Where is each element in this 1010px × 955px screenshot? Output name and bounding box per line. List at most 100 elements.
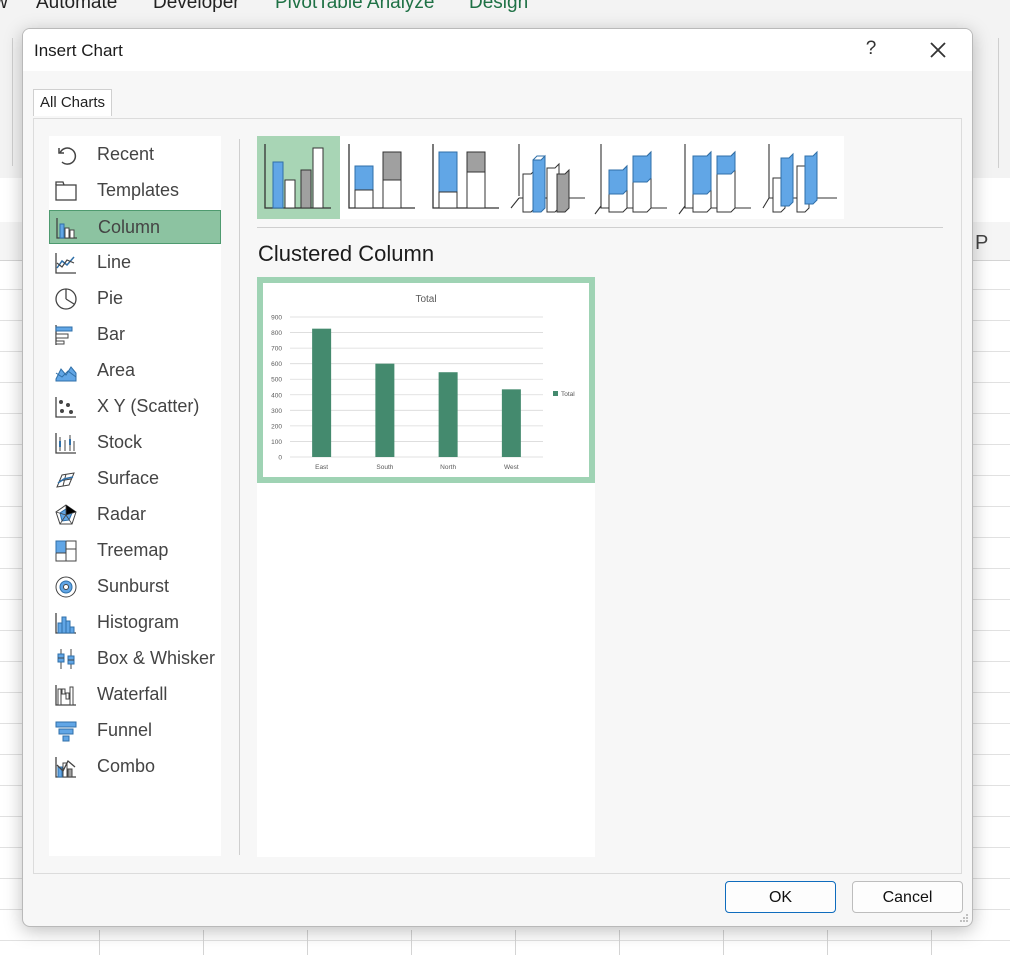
grid-line [827,930,828,955]
y-tick-label: 600 [271,361,282,368]
100-stacked-column-icon [432,144,499,209]
y-tick-label: 800 [271,330,282,337]
chart-subtype-gallery [257,136,844,219]
box-whisker-chart-icon [57,649,75,669]
grid-line [411,930,412,955]
y-tick-label: 0 [278,455,282,462]
chart-category-label: Line [97,252,132,272]
insert-chart-dialog: Insert Chart ? All Charts Recent Template… [22,28,973,927]
chart-category-label: Funnel [97,720,153,740]
3d-clustered-column-icon [510,144,585,213]
area-chart-icon [55,366,77,382]
chart-category-x-y-scatter[interactable]: X Y (Scatter) [49,390,221,424]
chart-subtype-clustered-column[interactable] [257,136,340,219]
chart-category-bar[interactable]: Bar [49,318,221,352]
chart-category-list: Recent Templates Column Line Pie Bar Area X Y (… [49,136,221,856]
funnel-chart-icon [55,721,77,742]
tab-all-charts[interactable]: All Charts [33,89,113,116]
grid-line [931,930,932,955]
combo-chart-icon [55,757,76,778]
y-tick-label: 500 [271,377,282,384]
chart-category-area[interactable]: Area [49,354,221,388]
templates-icon [55,181,77,201]
grid-line [99,930,100,955]
ok-button[interactable]: OK [725,881,836,913]
3d-column-icon [762,144,837,213]
chart-category-waterfall[interactable]: Waterfall [49,678,221,712]
ribbon-tab-developer[interactable]: Developer [153,0,240,14]
scatter-chart-icon [55,397,76,418]
ribbon-divider [12,38,13,166]
divider [257,227,943,228]
grid-line [619,930,620,955]
chart-category-label: Treemap [97,540,169,560]
chart-category-line[interactable]: Line [49,246,221,280]
divider [239,139,240,855]
grid-line [723,930,724,955]
chart-category-label: Stock [97,432,143,452]
chart-category-pie[interactable]: Pie [49,282,221,316]
resize-grip-icon[interactable] [959,913,969,923]
chart-category-label: Box & Whisker [97,648,216,668]
chart-category-combo[interactable]: Combo [49,750,221,784]
ribbon-tab-view[interactable]: w [0,0,8,14]
chart-category-sunburst[interactable]: Sunburst [49,570,221,604]
x-tick-label: East [315,464,328,471]
histogram-chart-icon [55,613,76,634]
chart-category-label: Area [97,360,136,380]
chart-category-label: Pie [97,288,124,308]
x-tick-label: North [440,464,456,471]
chart-category-surface[interactable]: Surface [49,462,221,496]
grid-line [515,930,516,955]
y-tick-label: 300 [271,408,282,415]
grid-line [203,930,204,955]
sunburst-chart-icon [55,576,77,598]
chart-category-box-whisker[interactable]: Box & Whisker [49,642,221,676]
dialog-titlebar[interactable]: Insert Chart ? [23,29,972,71]
chart-category-funnel[interactable]: Funnel [49,714,221,748]
y-tick-label: 700 [271,346,282,353]
cancel-button[interactable]: Cancel [852,881,963,913]
bar [375,363,395,457]
chart-title: Total [415,294,436,305]
bar [312,328,332,457]
surface-chart-icon [56,472,75,488]
chart-category-recent[interactable]: Recent [49,138,221,172]
chart-preview-svg: Total 0 100 200 300 400 500 600 700 800 900 East Sou… [271,294,575,471]
chart-subtype-3d-column[interactable] [761,136,844,219]
y-tick-label: 900 [271,315,282,322]
bar [501,389,521,457]
chart-category-treemap[interactable]: Treemap [49,534,221,568]
chart-subtype-title: Clustered Column [258,241,435,266]
chart-subtype-100-stacked-column[interactable] [425,136,508,219]
ribbon-tab-automate[interactable]: Automate [36,0,117,14]
chart-category-label: Sunburst [97,576,170,596]
close-icon[interactable] [925,37,951,63]
ribbon-tab-design[interactable]: Design [469,0,528,14]
chart-subtype-3d-clustered-column[interactable] [509,136,592,219]
chart-category-label: Histogram [97,612,180,632]
chart-category-column[interactable]: Column [49,210,221,244]
stock-chart-icon [55,433,76,454]
chart-category-histogram[interactable]: Histogram [49,606,221,640]
ribbon-tab-pivottable-analyze[interactable]: PivotTable Analyze [275,0,435,14]
chart-subtype-3d-stacked-column[interactable] [593,136,676,219]
chart-subtype-stacked-column[interactable] [341,136,424,219]
chart-preview[interactable]: Total 0 100 200 300 400 500 600 700 800 900 East Sou… [257,277,595,483]
grid-line [0,940,1010,941]
chart-category-templates[interactable]: Templates [49,174,221,208]
chart-subtype-3d-100-stacked-column[interactable] [677,136,760,219]
chart-category-radar[interactable]: Radar [49,498,221,532]
help-button[interactable]: ? [861,38,881,60]
chart-category-label: Bar [97,324,126,344]
3d-100-stacked-column-icon [678,144,751,215]
chart-category-label: Waterfall [97,684,168,704]
x-tick-label: West [504,464,519,471]
bar [438,372,458,457]
radar-chart-icon [55,504,77,525]
chart-category-label: Column [98,217,161,237]
chart-category-label: Recent [97,144,155,164]
chart-category-stock[interactable]: Stock [49,426,221,460]
column-header-p[interactable]: P [975,232,988,255]
stacked-column-icon [348,144,415,209]
